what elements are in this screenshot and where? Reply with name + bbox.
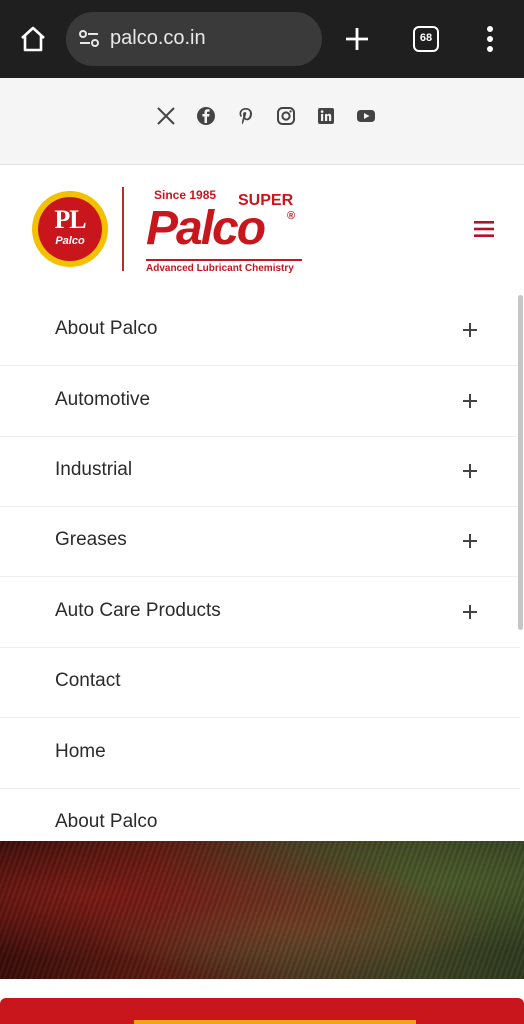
expand-plus-icon[interactable] (462, 533, 478, 549)
expand-plus-icon[interactable] (462, 463, 478, 479)
promo-banner (0, 998, 524, 1024)
x-icon[interactable] (156, 106, 176, 126)
expand-plus-icon[interactable] (462, 393, 478, 409)
logo-emblem-name: Palco (55, 235, 85, 247)
browser-toolbar: palco.co.in 68 (0, 0, 524, 78)
logo-divider (122, 187, 124, 271)
menu-item-auto-care-products[interactable]: Auto Care Products (0, 577, 520, 648)
logo-emblem-initials: PL (54, 205, 86, 234)
menu-item-about-palco-secondary[interactable]: About Palco (0, 788, 520, 841)
youtube-icon[interactable] (356, 106, 376, 126)
logo-tagline: Advanced Lubricant Chemistry (146, 259, 302, 274)
logo-wordmark[interactable]: Palco (146, 203, 266, 255)
menu-item-label[interactable]: About Palco (55, 811, 157, 833)
menu-item-automotive[interactable]: Automotive (0, 366, 520, 437)
banner-accent-bar (134, 1020, 416, 1024)
logo-since: Since 1985 (154, 188, 217, 202)
menu-toggle-icon[interactable] (474, 220, 494, 238)
site-header: PL Palco Since 1985 SUPER Palco ® Advanc… (0, 165, 524, 295)
home-icon[interactable] (18, 24, 48, 54)
menu-item-greases[interactable]: Greases (0, 506, 520, 577)
new-tab-icon[interactable] (343, 25, 371, 53)
facebook-icon[interactable] (196, 106, 216, 126)
linkedin-icon[interactable] (316, 106, 336, 126)
site-settings-icon[interactable] (78, 28, 100, 50)
menu-item-label[interactable]: Home (55, 741, 106, 763)
menu-item-label[interactable]: Automotive (55, 389, 150, 411)
pinterest-icon[interactable] (236, 106, 256, 126)
expand-plus-icon[interactable] (462, 604, 478, 620)
social-bar (0, 78, 524, 165)
logo-emblem[interactable]: PL Palco (32, 191, 108, 267)
menu-item-about-palco[interactable]: About Palco (0, 295, 520, 366)
menu-item-label[interactable]: About Palco (55, 318, 157, 340)
menu-scrollbar[interactable] (518, 295, 523, 630)
url-text[interactable]: palco.co.in (110, 27, 206, 50)
menu-item-label[interactable]: Industrial (55, 459, 132, 481)
expand-plus-icon[interactable] (462, 322, 478, 338)
more-options-icon[interactable] (482, 24, 498, 54)
menu-item-home[interactable]: Home (0, 718, 520, 789)
menu-item-label[interactable]: Auto Care Products (55, 600, 221, 622)
menu-item-label[interactable]: Greases (55, 529, 127, 551)
menu-item-industrial[interactable]: Industrial (0, 436, 520, 507)
tab-switcher-icon[interactable]: 68 (413, 26, 439, 52)
menu-item-label[interactable]: Contact (55, 670, 120, 692)
tab-count: 68 (419, 32, 433, 44)
hero-image (0, 841, 524, 979)
mobile-nav-menu: About Palco Automotive Industrial Grease… (0, 295, 524, 841)
menu-item-contact[interactable]: Contact (0, 647, 520, 718)
instagram-icon[interactable] (276, 106, 296, 126)
address-bar[interactable]: palco.co.in (66, 12, 322, 66)
logo-registered: ® (287, 210, 296, 222)
